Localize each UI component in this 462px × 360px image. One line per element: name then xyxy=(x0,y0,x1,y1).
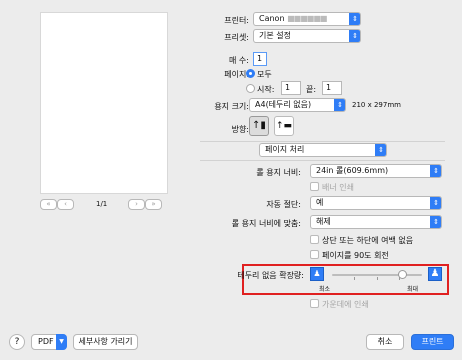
auto-cut-label: 자동 절단: xyxy=(266,200,301,209)
section-value: 페이지 처리 xyxy=(265,145,305,154)
slider-tick xyxy=(354,277,355,280)
borderless-min-label: 최소 xyxy=(319,286,331,293)
banner-checkbox[interactable] xyxy=(310,182,319,191)
rotate-90-label: 페이지를 90도 회전 xyxy=(322,251,389,260)
roll-width-value: 24in 롤(609.6mm) xyxy=(316,166,389,175)
center-print-checkbox[interactable] xyxy=(310,299,319,308)
hide-details-button[interactable]: 세부사항 가리기 xyxy=(73,334,138,350)
fit-roll-value: 해제 xyxy=(316,217,331,226)
help-icon: ? xyxy=(14,337,20,347)
pages-range-radio[interactable] xyxy=(246,84,255,93)
orientation-label: 방향: xyxy=(231,125,249,134)
divider xyxy=(200,141,445,142)
preview-page xyxy=(40,12,168,194)
first-page-button[interactable]: « xyxy=(40,199,57,210)
fit-roll-popup[interactable]: 해제 ⇕ xyxy=(310,215,442,229)
printer-model-blurred: ■■■■■■ xyxy=(287,14,327,23)
person-small-icon: ♟ xyxy=(313,269,321,278)
banner-label: 배너 인쇄 xyxy=(322,183,354,192)
paper-size-value: A4(테두리 없음) xyxy=(255,100,312,109)
slider-thumb[interactable] xyxy=(397,270,407,279)
cancel-button[interactable]: 취소 xyxy=(366,334,404,350)
pdf-label: PDF xyxy=(38,337,54,346)
next-page-button[interactable]: › xyxy=(128,199,145,210)
section-popup[interactable]: 페이지 처리 ⇕ xyxy=(259,143,387,157)
roll-width-label: 롤 용지 너비: xyxy=(256,168,301,177)
paper-size-label: 용지 크기: xyxy=(214,102,249,111)
printer-value: Canon xyxy=(259,14,285,23)
borderless-max-label: 최대 xyxy=(407,286,419,293)
divider xyxy=(200,160,445,161)
fit-roll-label: 롤 용지 너비에 맞춤: xyxy=(231,219,301,228)
prev-page-button[interactable]: ‹ xyxy=(57,199,74,210)
preset-label: 프리셋: xyxy=(224,33,249,42)
paper-dimensions: 210 x 297mm xyxy=(352,101,401,109)
printer-popup[interactable]: Canon ■■■■■■ ⇕ xyxy=(253,12,361,26)
chevron-updown-icon: ⇕ xyxy=(349,13,360,25)
no-margin-label: 상단 또는 하단에 여백 없음 xyxy=(322,236,414,245)
copies-label: 매 수: xyxy=(229,56,249,65)
center-print-label: 가운데에 인쇄 xyxy=(322,300,369,309)
rotate-90-checkbox[interactable] xyxy=(310,250,319,259)
chevron-updown-icon: ⇕ xyxy=(334,99,345,111)
auto-cut-value: 예 xyxy=(316,198,324,207)
portrait-icon: ↑▮ xyxy=(252,120,266,131)
landscape-icon: ↑▬ xyxy=(275,121,293,131)
last-page-button[interactable]: » xyxy=(145,199,162,210)
pages-all-label: 모두 xyxy=(257,70,272,79)
preset-popup[interactable]: 기본 설정 ⇕ xyxy=(253,29,361,43)
pages-to-label: 끝: xyxy=(306,85,317,94)
paper-size-popup[interactable]: A4(테두리 없음) ⇕ xyxy=(249,98,346,112)
page-indicator: 1/1 xyxy=(96,200,108,208)
pages-from-label: 시작: xyxy=(257,85,275,94)
borderless-max-button[interactable]: ♟ xyxy=(428,267,442,281)
slider-tick xyxy=(377,277,378,280)
preview-nav: « ‹ 1/1 › » xyxy=(40,199,170,211)
chevron-updown-icon: ⇕ xyxy=(375,144,386,156)
copies-input[interactable]: 1 xyxy=(253,52,267,66)
printer-label: 프린터: xyxy=(224,16,249,25)
roll-width-popup[interactable]: 24in 롤(609.6mm) ⇕ xyxy=(310,164,442,178)
no-margin-checkbox[interactable] xyxy=(310,235,319,244)
print-button[interactable]: 프린트 xyxy=(411,334,454,350)
pages-all-radio[interactable] xyxy=(246,69,255,78)
landscape-button[interactable]: ↑▬ xyxy=(274,116,294,136)
preset-value: 기본 설정 xyxy=(259,31,291,40)
pdf-button[interactable]: PDF ▼ xyxy=(31,334,67,350)
chevron-updown-icon: ⇕ xyxy=(349,30,360,42)
slider-track xyxy=(332,274,422,276)
borderless-min-button[interactable]: ♟ xyxy=(310,267,324,281)
chevron-updown-icon: ⇕ xyxy=(430,165,441,177)
person-large-icon: ♟ xyxy=(430,268,440,279)
pages-from-input[interactable]: 1 xyxy=(281,81,301,95)
borderless-label: 테두리 없음 확장량: xyxy=(237,271,304,280)
portrait-button[interactable]: ↑▮ xyxy=(249,116,269,136)
help-button[interactable]: ? xyxy=(9,334,25,350)
borderless-slider[interactable] xyxy=(332,270,422,280)
auto-cut-popup[interactable]: 예 ⇕ xyxy=(310,196,442,210)
chevron-down-icon: ▼ xyxy=(56,334,67,350)
chevron-updown-icon: ⇕ xyxy=(430,216,441,228)
chevron-updown-icon: ⇕ xyxy=(430,197,441,209)
pages-to-input[interactable]: 1 xyxy=(322,81,342,95)
